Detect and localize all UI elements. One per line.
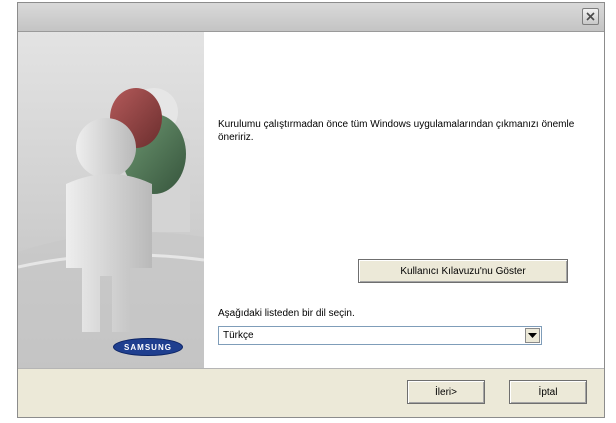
users-illustration <box>18 88 204 368</box>
close-button[interactable] <box>582 8 599 25</box>
dropdown-arrow-icon[interactable] <box>525 328 540 343</box>
sidebar-panel: SAMSUNG <box>18 32 204 368</box>
footer-bar: İleri> İptal <box>18 368 604 417</box>
next-button[interactable]: İleri> <box>407 380 485 404</box>
main-content: Kurulumu çalıştırmadan önce tüm Windows … <box>204 32 604 368</box>
installer-window: SAMSUNG Kurulumu çalıştırmadan önce tüm … <box>17 2 605 418</box>
title-bar <box>18 3 604 32</box>
samsung-logo-text: SAMSUNG <box>124 342 172 352</box>
samsung-logo: SAMSUNG <box>113 338 183 356</box>
close-icon <box>586 12 595 21</box>
language-select-value: Türkçe <box>223 330 254 341</box>
cancel-button[interactable]: İptal <box>509 380 587 404</box>
show-user-guide-button[interactable]: Kullanıcı Kılavuzu'nu Göster <box>358 259 568 283</box>
language-select-label: Aşağıdaki listeden bir dil seçin. <box>218 308 355 319</box>
language-select[interactable]: Türkçe <box>218 326 542 345</box>
setup-message: Kurulumu çalıştırmadan önce tüm Windows … <box>218 119 575 143</box>
